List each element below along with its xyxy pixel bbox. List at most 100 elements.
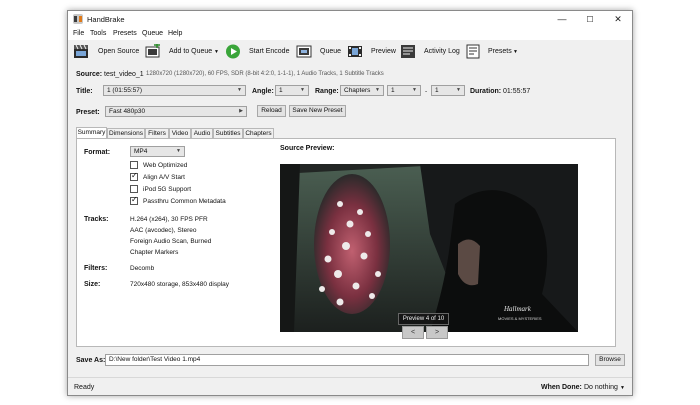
preview-button[interactable]: Preview xyxy=(371,48,396,55)
add-to-queue-icon[interactable] xyxy=(145,44,161,59)
filters-label: Filters: xyxy=(84,265,108,272)
track-audio: AAC (avcodec), Stereo xyxy=(130,227,197,234)
preview-next-button[interactable]: > xyxy=(426,326,448,339)
range-start-select[interactable]: 1 ▼ xyxy=(387,85,421,96)
size-label: Size: xyxy=(84,281,101,288)
angle-select-value: 1 xyxy=(279,87,283,94)
tab-video[interactable]: Video xyxy=(169,128,191,138)
format-label: Format: xyxy=(84,149,111,156)
range-type-select[interactable]: Chapters ▼ xyxy=(340,85,384,96)
browse-button[interactable]: Browse xyxy=(595,354,625,366)
when-done-label: When Done: xyxy=(541,384,582,391)
menu-queue[interactable]: Queue xyxy=(142,30,163,37)
menu-tools[interactable]: Tools xyxy=(90,30,106,37)
angle-label: Angle: xyxy=(252,88,274,95)
tab-chapters[interactable]: Chapters xyxy=(243,128,274,138)
preset-label: Preset: xyxy=(76,109,100,116)
chevron-down-icon: ▼ xyxy=(237,87,242,93)
start-encode-button[interactable]: Start Encode xyxy=(249,48,289,55)
activity-log-button[interactable]: Activity Log xyxy=(424,48,460,55)
title-select[interactable]: 1 (01:55:57) ▼ xyxy=(103,85,246,96)
chevron-down-icon: ▼ xyxy=(456,87,461,93)
status-text: Ready xyxy=(74,384,95,391)
track-subtitle: Foreign Audio Scan, Burned xyxy=(130,238,212,245)
save-as-label: Save As: xyxy=(76,357,106,364)
preview-counter: Preview 4 of 10 xyxy=(398,313,449,325)
source-preview-image: Hallmark MOVIES & MYSTERIES xyxy=(280,164,578,332)
align-av-start-label: Align A/V Start xyxy=(143,174,185,181)
track-video: H.264 (x264), 30 FPS PFR xyxy=(130,216,208,223)
passthru-metadata-checkbox[interactable] xyxy=(130,195,138,205)
duration-label: Duration: xyxy=(470,88,502,95)
handbrake-window: HandBrake — ☐ ✕ File Tools Presets Queue… xyxy=(67,10,633,396)
source-label: Source: xyxy=(76,71,103,78)
queue-button[interactable]: Queue xyxy=(320,48,341,55)
preset-select[interactable]: Fast 480p30 ▶ xyxy=(105,106,247,117)
watermark-subtitle: MOVIES & MYSTERIES xyxy=(498,316,542,321)
title-select-value: 1 (01:55:57) xyxy=(107,87,143,94)
format-select-value: MP4 xyxy=(134,148,148,155)
car-window-scene xyxy=(280,164,578,332)
tab-summary[interactable]: Summary xyxy=(76,127,107,138)
angle-select[interactable]: 1 ▼ xyxy=(275,85,309,96)
range-start-value: 1 xyxy=(391,87,395,94)
toolbar: Open Source Add to Queue ▼ Start Encode … xyxy=(68,40,632,64)
range-separator: - xyxy=(425,88,428,95)
duration-value: 01:55:57 xyxy=(503,88,531,95)
range-type-value: Chapters xyxy=(344,87,371,94)
preview-prev-button[interactable]: < xyxy=(402,326,424,339)
web-optimized-label: Web Optimized xyxy=(143,162,188,169)
save-as-path-value: D:\New folder\Test Video 1.mp4 xyxy=(109,356,201,363)
tab-dimensions[interactable]: Dimensions xyxy=(107,128,145,138)
size-value: 720x480 storage, 853x480 display xyxy=(130,281,230,288)
activity-log-icon[interactable] xyxy=(400,44,416,59)
menu-help[interactable]: Help xyxy=(168,30,182,37)
tab-audio[interactable]: Audio xyxy=(191,128,213,138)
source-name: test_video_1 xyxy=(104,71,144,78)
chevron-right-icon: ▶ xyxy=(239,108,243,114)
presets-icon[interactable] xyxy=(465,44,481,59)
range-label: Range: xyxy=(315,88,339,95)
ipod-5g-support-checkbox[interactable] xyxy=(130,185,138,193)
ipod-5g-support-label: iPod 5G Support xyxy=(143,186,192,193)
chevron-down-icon: ▼ xyxy=(300,87,305,93)
queue-icon[interactable] xyxy=(296,44,312,59)
menu-presets[interactable]: Presets xyxy=(113,30,137,37)
presets-dropdown-icon[interactable]: ▼ xyxy=(513,49,518,55)
preview-icon[interactable] xyxy=(347,44,363,59)
tab-filters[interactable]: Filters xyxy=(145,128,169,138)
open-source-button[interactable]: Open Source xyxy=(98,48,139,55)
chevron-down-icon: ▼ xyxy=(412,87,417,93)
range-end-value: 1 xyxy=(435,87,439,94)
web-optimized-checkbox[interactable] xyxy=(130,161,138,169)
minimize-button[interactable]: — xyxy=(550,11,574,28)
format-select[interactable]: MP4 ▼ xyxy=(130,146,185,157)
save-as-path-input[interactable]: D:\New folder\Test Video 1.mp4 xyxy=(105,354,589,366)
track-chapters: Chapter Markers xyxy=(130,249,179,256)
add-to-queue-button[interactable]: Add to Queue xyxy=(169,48,212,55)
chevron-down-icon[interactable]: ▼ xyxy=(620,385,625,391)
add-to-queue-dropdown-icon[interactable]: ▼ xyxy=(214,49,219,55)
align-av-start-checkbox[interactable] xyxy=(130,171,138,181)
watermark-brand: Hallmark xyxy=(504,305,531,313)
range-end-select[interactable]: 1 ▼ xyxy=(431,85,465,96)
filters-value: Decomb xyxy=(130,265,155,272)
film-clapper-icon[interactable] xyxy=(73,44,89,59)
maximize-button[interactable]: ☐ xyxy=(578,11,602,28)
preset-select-value: Fast 480p30 xyxy=(109,108,146,115)
title-bar: HandBrake — ☐ ✕ xyxy=(68,11,632,28)
source-preview-label: Source Preview: xyxy=(280,145,335,152)
tab-subtitles[interactable]: Subtitles xyxy=(213,128,243,138)
title-label: Title: xyxy=(76,88,93,95)
close-button[interactable]: ✕ xyxy=(606,11,630,28)
when-done-select[interactable]: Do nothing xyxy=(584,384,618,391)
summary-panel: Format: MP4 ▼ Web Optimized Align A/V St… xyxy=(76,138,616,347)
tracks-label: Tracks: xyxy=(84,216,109,223)
chevron-down-icon: ▼ xyxy=(176,148,181,154)
handbrake-app-icon xyxy=(73,14,83,24)
menu-file[interactable]: File xyxy=(73,30,84,37)
reload-button[interactable]: Reload xyxy=(257,105,286,117)
play-icon[interactable] xyxy=(225,44,241,59)
presets-button[interactable]: Presets xyxy=(488,48,512,55)
save-new-preset-button[interactable]: Save New Preset xyxy=(289,105,346,117)
